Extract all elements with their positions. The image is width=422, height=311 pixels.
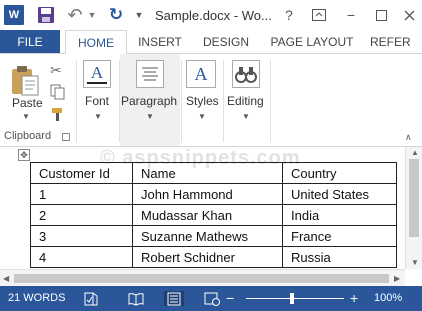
table-row: 1 John Hammond United States	[30, 183, 397, 205]
ribbon: Paste ▼ ✂ Clipboard A Font ▼ Paragraph ▼…	[0, 53, 422, 147]
document-area[interactable]: © aspsnippets.com ✥ Customer Id Name Cou…	[0, 147, 422, 286]
table-cell[interactable]: United States	[282, 183, 397, 205]
styles-icon: A	[186, 60, 216, 88]
editing-dropdown-icon[interactable]: ▼	[242, 112, 250, 121]
tab-references[interactable]: REFER	[370, 30, 422, 54]
table-cell[interactable]: France	[282, 225, 397, 247]
table-cell[interactable]: Suzanne Mathews	[132, 225, 283, 247]
print-layout-icon[interactable]	[164, 291, 184, 306]
paste-dropdown-icon[interactable]: ▼	[22, 112, 30, 121]
tab-design[interactable]: DESIGN	[198, 30, 254, 54]
paragraph-dropdown-icon[interactable]: ▼	[146, 112, 154, 121]
data-table[interactable]: Customer Id Name Country 1 John Hammond …	[30, 162, 397, 268]
cut-icon[interactable]: ✂	[50, 62, 66, 78]
ribbon-tabs: FILE HOME INSERT DESIGN PAGE LAYOUT REFE…	[0, 30, 422, 54]
group-divider	[270, 60, 271, 142]
font-group[interactable]: A Font ▼	[78, 54, 118, 146]
tab-insert[interactable]: INSERT	[132, 30, 188, 54]
minimize-button[interactable]: −	[340, 4, 362, 26]
table-row: 3 Suzanne Mathews France	[30, 225, 397, 247]
maximize-button[interactable]	[370, 4, 392, 26]
zoom-slider-thumb[interactable]	[290, 293, 294, 304]
table-row: 2 Mudassar Khan India	[30, 204, 397, 226]
table-cell[interactable]: 2	[30, 204, 133, 226]
clipboard-label: Clipboard	[4, 130, 52, 142]
styles-dropdown-icon[interactable]: ▼	[198, 112, 206, 121]
proofing-icon[interactable]	[84, 291, 98, 306]
undo-icon[interactable]: ↶	[66, 5, 84, 25]
font-label: Font	[85, 94, 110, 108]
table-cell[interactable]: Russia	[282, 246, 397, 268]
font-icon: A	[83, 60, 111, 88]
word-count[interactable]: 21 WORDS	[8, 286, 65, 311]
tab-home[interactable]: HOME	[65, 30, 127, 54]
tab-page-layout[interactable]: PAGE LAYOUT	[268, 30, 356, 54]
help-icon[interactable]: ?	[278, 4, 300, 26]
table-cell[interactable]: 3	[30, 225, 133, 247]
binoculars-icon	[232, 60, 260, 88]
save-icon[interactable]	[36, 5, 56, 25]
header-cell[interactable]: Customer Id	[30, 162, 133, 184]
horizontal-scroll-thumb[interactable]	[14, 274, 389, 283]
scroll-up-icon[interactable]: ▲	[411, 148, 419, 157]
table-header-row: Customer Id Name Country	[30, 162, 397, 184]
word-logo-icon[interactable]: W	[4, 5, 24, 25]
table-row: 4 Robert Schidner Russia	[30, 246, 397, 268]
undo-dropdown-icon[interactable]: ▼	[87, 5, 97, 25]
customize-qat-icon[interactable]: ▼	[134, 5, 144, 25]
clipboard-launcher-icon[interactable]	[62, 133, 70, 141]
window-title: Sample.docx - Wo...	[155, 8, 272, 23]
editing-label: Editing	[227, 94, 264, 108]
styles-label: Styles	[186, 94, 219, 108]
table-cell[interactable]: 4	[30, 246, 133, 268]
table-cell[interactable]: Robert Schidner	[132, 246, 283, 268]
collapse-ribbon-icon[interactable]: ∧	[405, 132, 412, 143]
read-mode-icon[interactable]	[128, 291, 144, 306]
zoom-level[interactable]: 100%	[374, 286, 402, 311]
table-move-handle-icon[interactable]: ✥	[18, 149, 30, 161]
status-bar: 21 WORDS − + 100%	[0, 286, 422, 311]
tab-file[interactable]: FILE	[0, 30, 60, 54]
editing-group[interactable]: Editing ▼	[224, 54, 268, 146]
header-cell[interactable]: Country	[282, 162, 397, 184]
paragraph-group[interactable]: Paragraph ▼	[120, 54, 180, 146]
table-cell[interactable]: India	[282, 204, 397, 226]
table-cell[interactable]: John Hammond	[132, 183, 283, 205]
vertical-scroll-thumb[interactable]	[409, 159, 419, 237]
font-dropdown-icon[interactable]: ▼	[94, 112, 102, 121]
ribbon-display-options-icon[interactable]	[308, 4, 330, 26]
copy-icon[interactable]	[50, 84, 66, 100]
close-button[interactable]	[398, 4, 420, 26]
vertical-scrollbar[interactable]: ▲ ▼	[405, 147, 422, 269]
format-painter-icon[interactable]	[50, 106, 66, 122]
paragraph-label: Paragraph	[121, 94, 178, 108]
scroll-down-icon[interactable]: ▼	[411, 258, 419, 267]
zoom-out-button[interactable]: −	[226, 286, 234, 311]
group-divider	[76, 60, 77, 142]
paste-label[interactable]: Paste	[12, 96, 43, 110]
scroll-right-icon[interactable]: ▶	[394, 274, 400, 283]
paragraph-icon	[136, 60, 164, 88]
title-bar: W ↶ ▼ ↻ ▼ Sample.docx - Wo... ? −	[0, 0, 422, 30]
scroll-left-icon[interactable]: ◀	[3, 274, 9, 283]
font-glyph: A	[90, 63, 104, 82]
web-layout-icon[interactable]	[204, 291, 220, 306]
styles-group[interactable]: A Styles ▼	[182, 54, 222, 146]
zoom-in-button[interactable]: +	[350, 286, 358, 311]
horizontal-scrollbar[interactable]: ◀ ▶	[0, 269, 405, 286]
table-cell[interactable]: Mudassar Khan	[132, 204, 283, 226]
clipboard-group: Paste ▼ ✂ Clipboard	[0, 54, 76, 146]
header-cell[interactable]: Name	[132, 162, 283, 184]
paste-icon[interactable]	[10, 64, 40, 96]
table-cell[interactable]: 1	[30, 183, 133, 205]
redo-icon[interactable]: ↻	[107, 5, 125, 25]
zoom-slider[interactable]	[246, 298, 344, 299]
styles-glyph: A	[194, 64, 208, 84]
